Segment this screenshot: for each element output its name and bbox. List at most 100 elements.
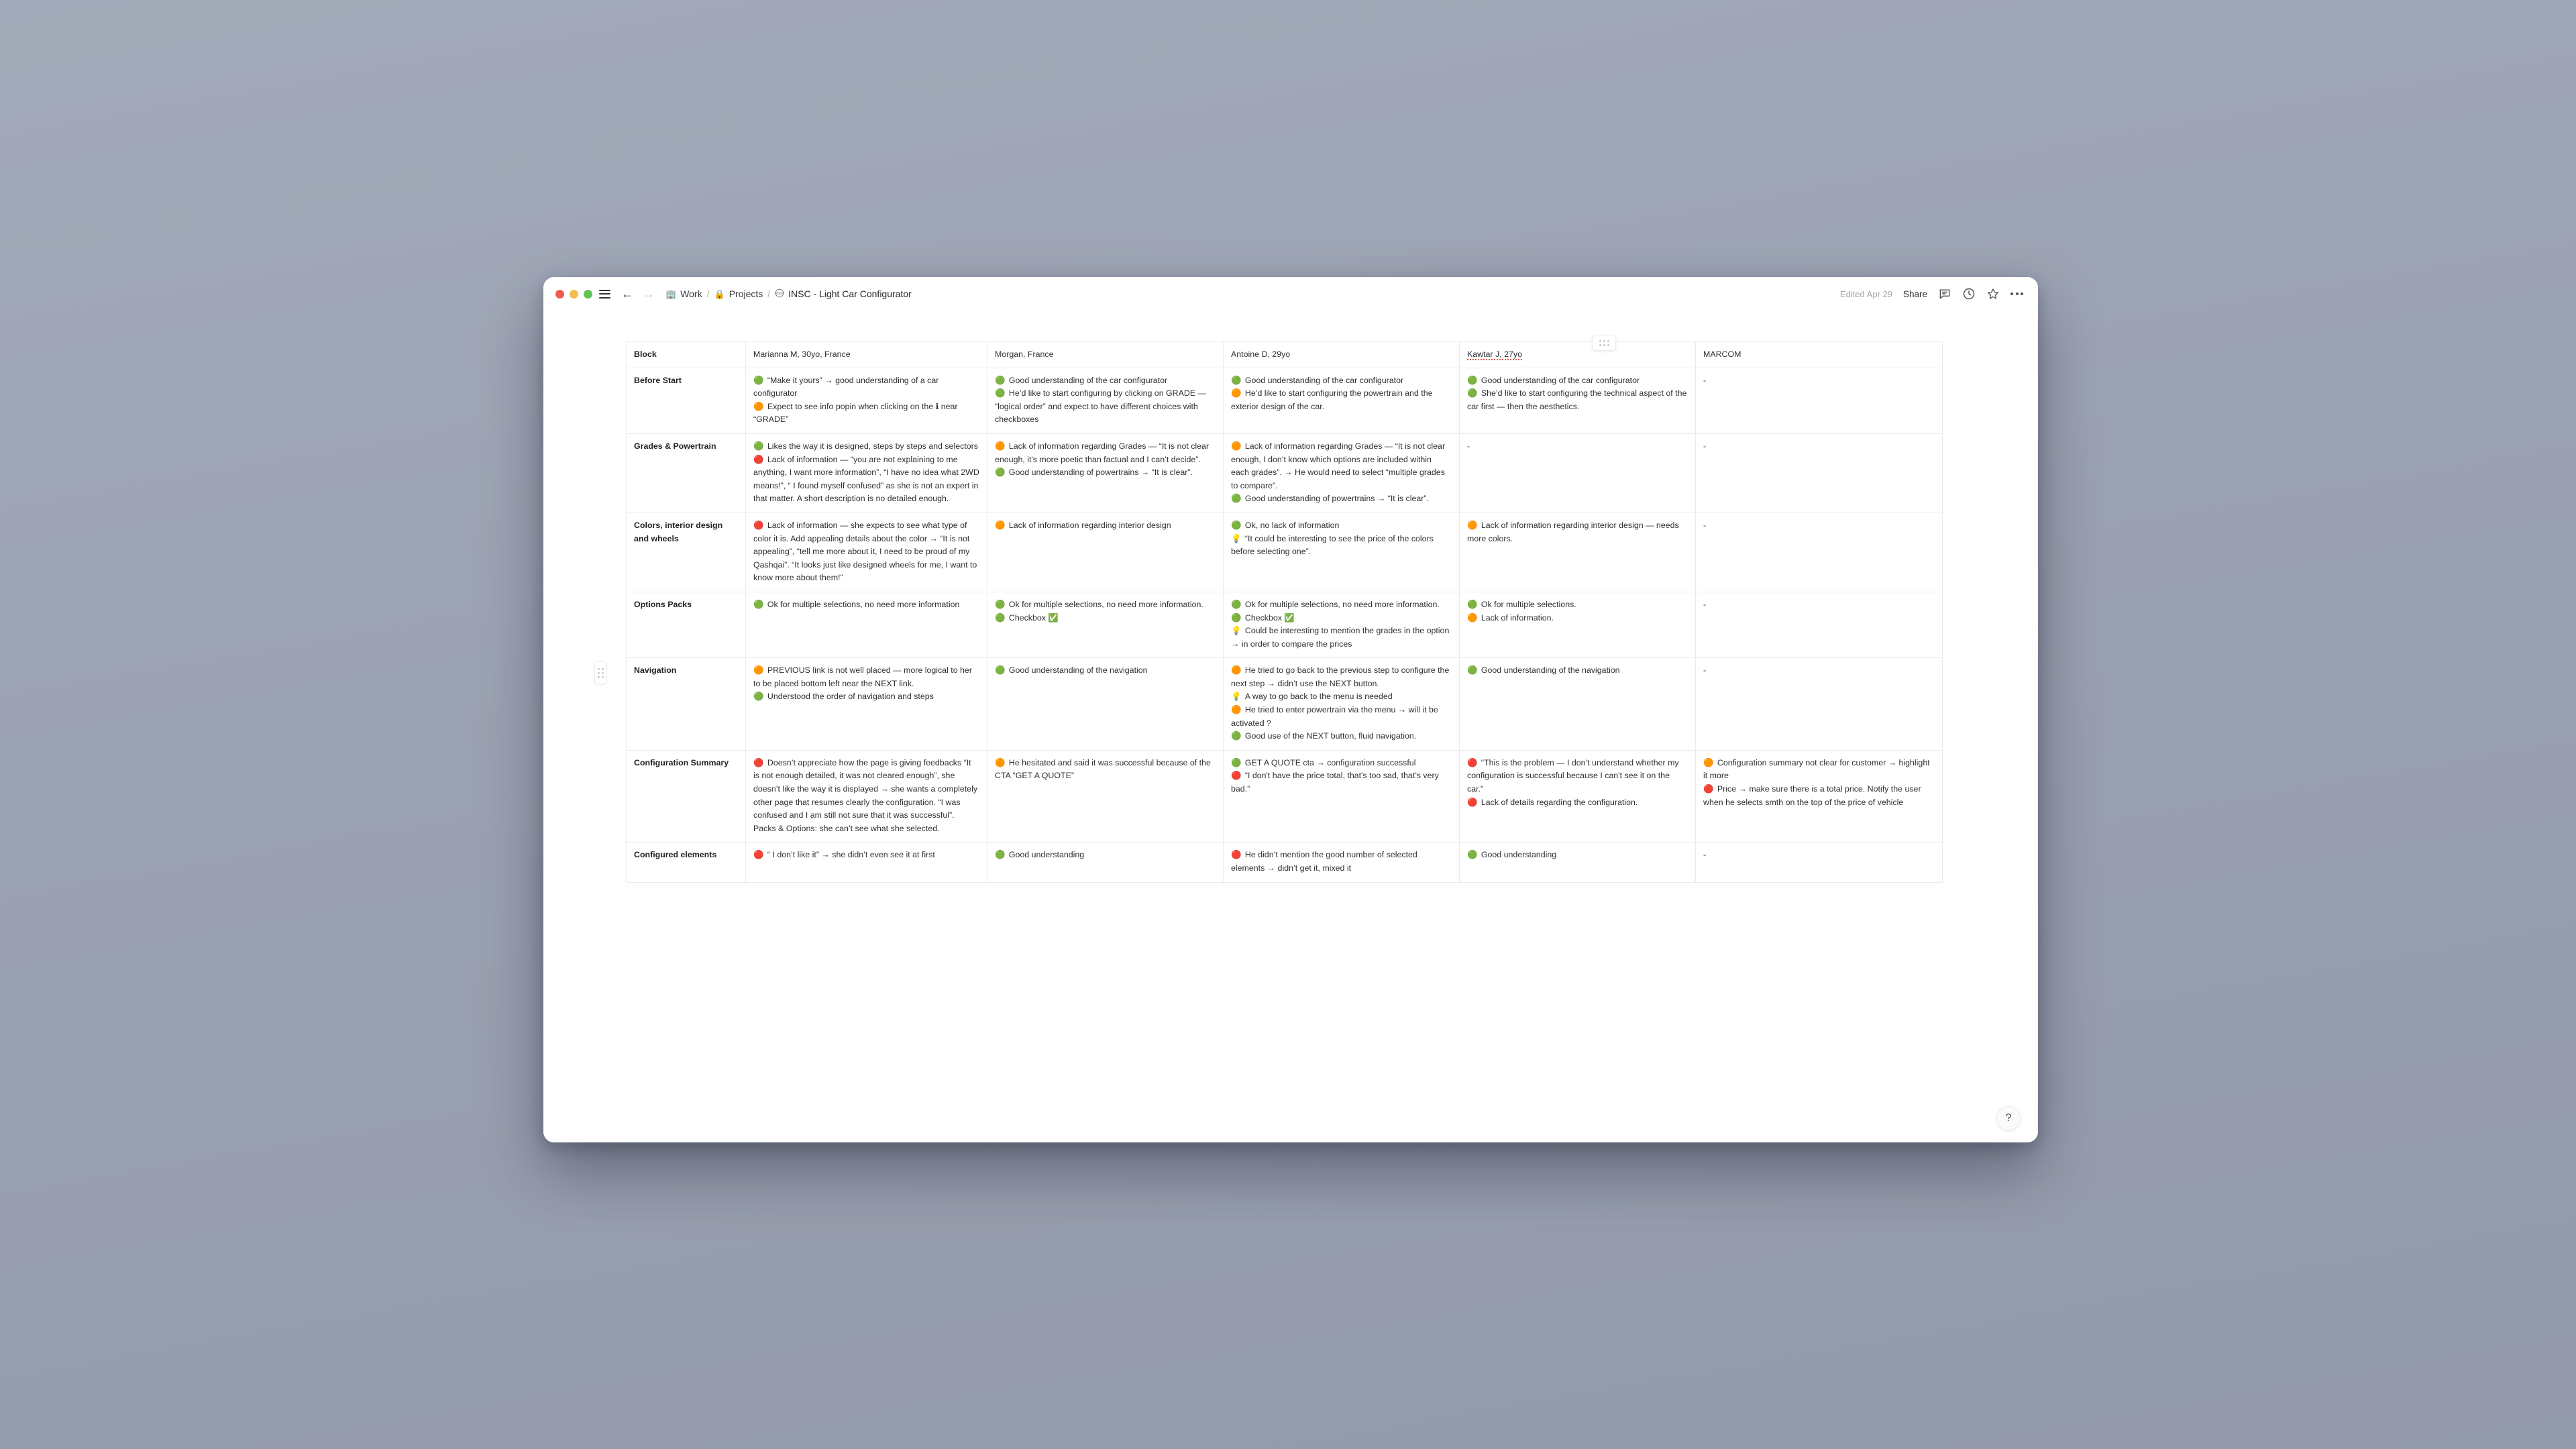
table-cell-block[interactable]: Configured elements	[626, 842, 746, 883]
more-options-icon[interactable]	[2010, 292, 2023, 295]
cell-line: 🟠 He hesitated and said it was successfu…	[995, 757, 1216, 783]
table-cell[interactable]: -	[1459, 433, 1696, 513]
favorite-star-icon[interactable]	[1986, 287, 2000, 301]
table-cell-block[interactable]: Navigation	[626, 657, 746, 751]
cell-text: Lack of information regarding interior d…	[1008, 520, 1171, 530]
close-window-icon[interactable]	[555, 289, 564, 299]
green-status-icon: 🟢	[995, 612, 1008, 623]
column-header-block[interactable]: Block	[626, 341, 746, 368]
app-window: ← → 🏢 Work / 🔒 Projects / INSC - Light C…	[543, 277, 2038, 1142]
cell-line: 🟢 Good understanding of the navigation	[995, 664, 1216, 678]
cell-text: Good understanding of the navigation	[1008, 665, 1148, 676]
cell-text: Good understanding of the car configurat…	[1008, 375, 1168, 385]
table-cell[interactable]: 🟢 “Make it yours” → good understanding o…	[745, 367, 987, 434]
table-cell[interactable]: 🟠 He tried to go back to the previous st…	[1223, 657, 1460, 751]
table-cell-block[interactable]: Before Start	[626, 367, 746, 434]
cell-line: 🟢 Checkbox ✅	[995, 612, 1216, 625]
table-row: Navigation 🟠 PREVIOUS link is not well pl…	[626, 657, 1943, 751]
green-status-icon: 🟢	[753, 692, 766, 702]
table-cell[interactable]: -	[1695, 367, 1943, 434]
bulb-status-icon: 💡	[1231, 692, 1244, 702]
cell-line: 🟠 He tried to enter powertrain via the m…	[1231, 704, 1452, 730]
breadcrumb-item-document[interactable]: INSC - Light Car Configurator	[775, 288, 912, 299]
forward-arrow-icon[interactable]: →	[643, 288, 655, 300]
table-cell[interactable]: 🟢 Good understanding of the car configur…	[987, 367, 1224, 434]
table-cell[interactable]: -	[1695, 433, 1943, 513]
table-cell[interactable]: 🟢 Likes the way it is designed, steps by…	[745, 433, 987, 513]
cell-text: Good use of the NEXT button, fluid navig…	[1244, 731, 1417, 741]
cell-line: -	[1703, 440, 1935, 453]
cell-text: GET A QUOTE cta → configuration successf…	[1244, 757, 1416, 767]
table-cell-block[interactable]: Options Packs	[626, 591, 746, 659]
cell-line: 🔴 Lack of details regarding the configur…	[1467, 796, 1688, 810]
column-header-marianna[interactable]: Marianna M, 30yo, France	[745, 341, 987, 368]
column-header-marcom[interactable]: MARCOM	[1695, 341, 1943, 368]
cell-line: 🟢 She’d like to start configuring the te…	[1467, 387, 1688, 413]
table-cell[interactable]: 🟢 Ok for multiple selections, no need mo…	[987, 591, 1224, 659]
table-cell[interactable]: 🟠 Lack of information regarding Grades —…	[1223, 433, 1460, 513]
table-cell[interactable]: 🟢 Good understanding	[1459, 842, 1696, 883]
cell-text: Checkbox ✅	[1008, 612, 1059, 623]
green-status-icon: 🟢	[1467, 388, 1480, 398]
table-cell[interactable]: -	[1695, 591, 1943, 659]
table-row: Colors, interior design and wheels 🔴 Lack…	[626, 512, 1943, 592]
breadcrumb-item-workspace[interactable]: 🏢 Work	[665, 288, 702, 299]
table-header-row: Block Marianna M, 30yo, France Morgan, F…	[626, 341, 1943, 368]
table-cell[interactable]: -	[1695, 657, 1943, 751]
cell-text: Configuration summary not clear for cust…	[1703, 757, 1930, 781]
table-cell[interactable]: 🟢 Good understanding of the navigation	[987, 657, 1224, 751]
table-cell[interactable]: 🔴 He didn’t mention the good number of s…	[1223, 842, 1460, 883]
table-cell[interactable]: 🟠 PREVIOUS link is not well placed — mor…	[745, 657, 987, 751]
table-cell[interactable]: 🟠 Lack of information regarding interior…	[1459, 512, 1696, 592]
green-status-icon: 🟢	[1231, 731, 1244, 741]
table-cell[interactable]: 🟢 Ok, no lack of information 💡 “It could …	[1223, 512, 1460, 592]
column-header-kawtar[interactable]: Kawtar J, 27yo	[1459, 341, 1696, 368]
history-clock-icon[interactable]	[1962, 287, 1976, 301]
back-arrow-icon[interactable]: ←	[621, 288, 633, 300]
cell-line: 🟢 Ok for multiple selections, no need mo…	[1231, 598, 1452, 612]
table-cell[interactable]: 🟠 Lack of information regarding interior…	[987, 512, 1224, 592]
history-navigation: ← →	[621, 288, 655, 300]
table-cell[interactable]: 🟢 Good understanding of the navigation	[1459, 657, 1696, 751]
table-cell[interactable]: -	[1695, 512, 1943, 592]
table-cell-block[interactable]: Configuration Summary	[626, 749, 746, 843]
table-cell[interactable]: 🟢 Ok for multiple selections, no need mo…	[1223, 591, 1460, 659]
table-cell[interactable]: 🟢 Good understanding	[987, 842, 1224, 883]
table-cell[interactable]: 🔴 “This is the problem — I don’t underst…	[1459, 749, 1696, 843]
help-button[interactable]: ?	[1996, 1106, 2021, 1130]
maximize-window-icon[interactable]	[584, 289, 592, 299]
share-button[interactable]: Share	[1903, 289, 1927, 299]
table-cell-block[interactable]: Colors, interior design and wheels	[626, 512, 746, 592]
row-drag-handle[interactable]	[594, 661, 606, 684]
table-cell[interactable]: 🔴 Lack of information — she expects to s…	[745, 512, 987, 592]
breadcrumb-separator: /	[706, 288, 710, 299]
desktop-background: ← → 🏢 Work / 🔒 Projects / INSC - Light C…	[0, 0, 2576, 1449]
sidebar-toggle-icon[interactable]	[599, 289, 610, 299]
window-title-bar: ← → 🏢 Work / 🔒 Projects / INSC - Light C…	[543, 277, 2038, 311]
table-cell[interactable]: 🟠 Configuration summary not clear for cu…	[1695, 749, 1943, 843]
table-cell[interactable]: 🟢 GET A QUOTE cta → configuration succes…	[1223, 749, 1460, 843]
column-header-antoine[interactable]: Antoine D, 29yo	[1223, 341, 1460, 368]
table-cell[interactable]: 🟢 Ok for multiple selections, no need mo…	[745, 591, 987, 659]
column-header-morgan[interactable]: Morgan, France	[987, 341, 1224, 368]
table-cell[interactable]: 🟠 Lack of information regarding Grades —…	[987, 433, 1224, 513]
cell-line: 🟠 Lack of information regarding Grades —…	[995, 440, 1216, 466]
table-cell[interactable]: 🔴 “ I don’t like it” → she didn’t even s…	[745, 842, 987, 883]
comment-icon[interactable]	[1938, 287, 1951, 301]
table-cell[interactable]: 🟢 Ok for multiple selections. 🟠 Lack of i…	[1459, 591, 1696, 659]
column-drag-handle[interactable]	[1592, 335, 1616, 351]
table-cell[interactable]: -	[1695, 842, 1943, 883]
table-row: Configuration Summary 🔴 Doesn’t appreciat…	[626, 749, 1943, 843]
table-cell-block[interactable]: Grades & Powertrain	[626, 433, 746, 513]
cell-line: 🟠 He’d like to start configuring the pow…	[1231, 387, 1452, 413]
nissan-logo-icon	[775, 288, 784, 299]
minimize-window-icon[interactable]	[570, 289, 578, 299]
cell-text: Good understanding of powertrains → “It …	[1008, 468, 1193, 478]
table-cell[interactable]: 🟢 Good understanding of the car configur…	[1459, 367, 1696, 434]
breadcrumb-item-section[interactable]: 🔒 Projects	[714, 288, 763, 299]
table-cell[interactable]: 🟠 He hesitated and said it was successfu…	[987, 749, 1224, 843]
table-cell[interactable]: 🟢 Good understanding of the car configur…	[1223, 367, 1460, 434]
cell-text: “This is the problem — I don’t understan…	[1467, 757, 1679, 794]
cell-text: Ok for multiple selections, no need more…	[1008, 599, 1203, 609]
table-cell[interactable]: 🔴 Doesn’t appreciate how the page is giv…	[745, 749, 987, 843]
